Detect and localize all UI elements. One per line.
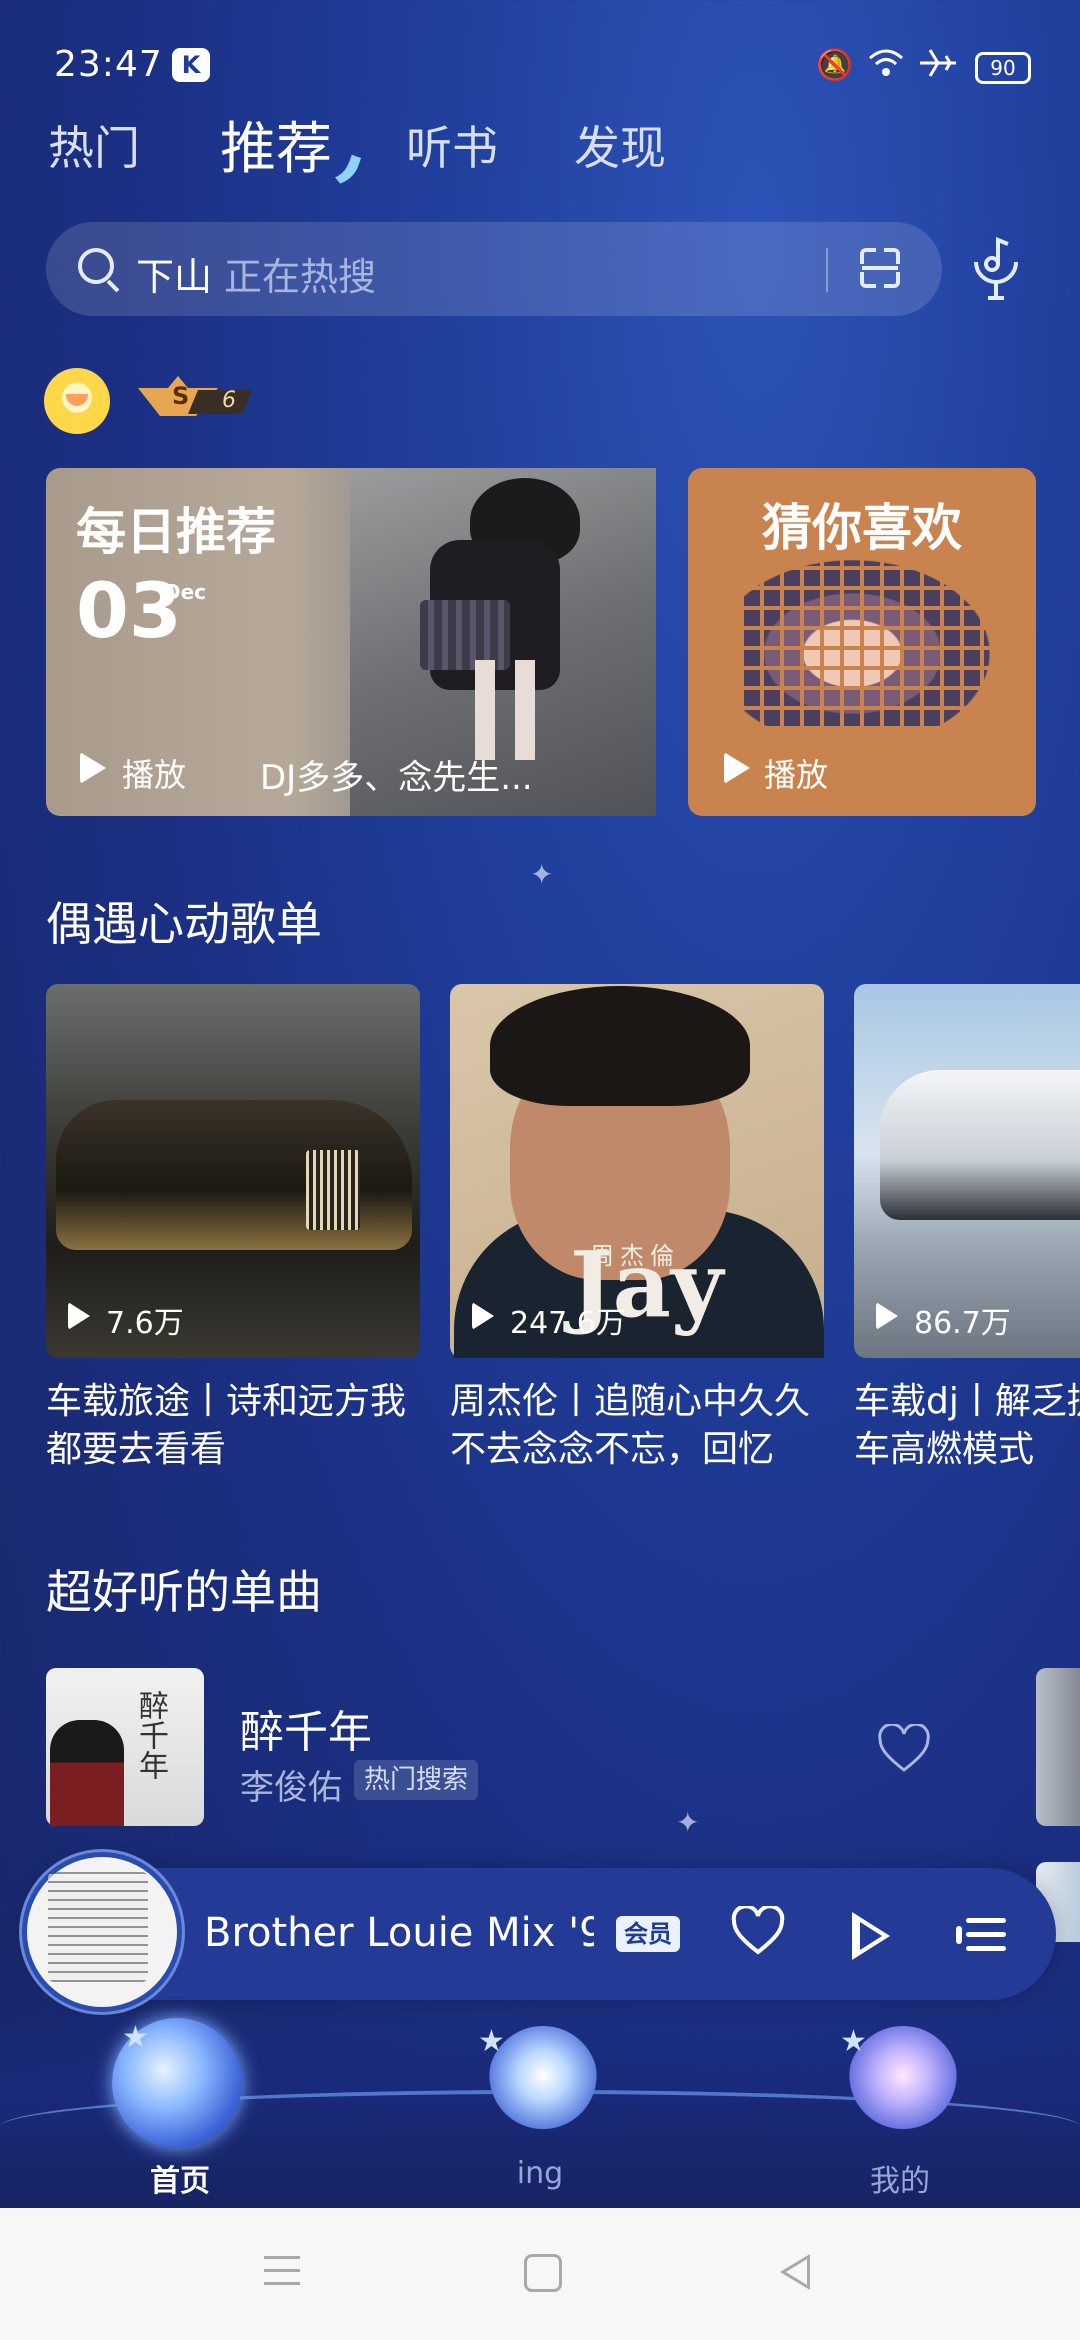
- singles-section-title: 超好听的单曲: [46, 1565, 322, 1619]
- playlist-queue-icon[interactable]: [956, 1912, 1006, 1956]
- play-count-icon: [68, 1302, 90, 1330]
- search-icon: [78, 248, 114, 284]
- mute-bell-icon: 🔕: [816, 48, 854, 83]
- daily-play-label[interactable]: 播放: [122, 750, 186, 796]
- battery-icon: 90: [975, 52, 1031, 84]
- player-heart-icon[interactable]: [730, 1904, 786, 1960]
- playlist-1-caption-line1: 车载旅途丨诗和远方我: [46, 1381, 407, 1422]
- play-count-icon: [472, 1302, 494, 1330]
- guess-title: 猜你喜欢: [762, 499, 962, 557]
- playlist-1-caption-line2: 都要去看看: [46, 1429, 227, 1470]
- song-cover-text: 醉千年: [133, 1690, 168, 1780]
- playlist-3-caption-line2: 车高燃模式: [854, 1429, 1035, 1470]
- user-avatar[interactable]: [44, 368, 110, 434]
- player-play-icon-inner: [860, 1922, 882, 1950]
- home-icon[interactable]: [524, 2254, 562, 2292]
- heart-icon[interactable]: [876, 1722, 932, 1778]
- song-artist: 李俊佑: [240, 1768, 342, 1808]
- app-notification-icon: K: [172, 48, 210, 82]
- nav-home-label[interactable]: 首页: [90, 2156, 270, 2200]
- vip-badge-letter: S: [172, 382, 190, 410]
- tab-hot[interactable]: 热门: [48, 112, 140, 178]
- tab-audiobook[interactable]: 听书: [406, 112, 498, 178]
- play-count-icon: [876, 1302, 898, 1330]
- vip-badge: 会员: [616, 1916, 680, 1952]
- guess-pixel-cover: [740, 560, 990, 730]
- daily-cover-legs: [455, 660, 555, 760]
- sparkle-decoration: ✦: [676, 1806, 700, 1839]
- star-icon: ★: [840, 2024, 867, 2059]
- player-disc-art: [48, 1872, 148, 1982]
- playlist-3-caption-line1: 车载dj丨解乏提: [854, 1381, 1080, 1422]
- recent-apps-icon[interactable]: [264, 2256, 300, 2286]
- daily-artists: DJ多多、念先生...: [260, 758, 533, 798]
- music-recognition-icon[interactable]: [966, 232, 1026, 302]
- nav-me-label[interactable]: 我的: [810, 2156, 990, 2200]
- playlist-1-caption[interactable]: 车载旅途丨诗和远方我 都要去看看: [46, 1378, 426, 1474]
- playlist-2-caption-line1: 周杰伦丨追随心中久久: [450, 1381, 811, 1422]
- song-tag: 热门搜索: [354, 1760, 479, 1800]
- guess-play-label[interactable]: 播放: [764, 750, 828, 796]
- song-title[interactable]: 醉千年: [240, 1696, 372, 1760]
- nav-ing-label[interactable]: ing: [450, 2156, 630, 2191]
- vip-badge-number: 6: [222, 388, 236, 413]
- star-icon: ★: [122, 2020, 149, 2055]
- song-cover-person: [50, 1720, 124, 1826]
- playlists-section-title: 偶遇心动歌单: [46, 897, 322, 951]
- search-keyword[interactable]: 下山: [136, 246, 212, 301]
- playlist-2-caption[interactable]: 周杰伦丨追随心中久久 不去念念不忘，回忆: [450, 1378, 830, 1474]
- playlist-cover-1-grille: [306, 1150, 360, 1230]
- playlist-cover-2-hair: [490, 986, 750, 1106]
- playlist-2-caption-line2: 不去念念不忘，回忆: [450, 1429, 775, 1470]
- tab-discover[interactable]: 发现: [574, 112, 666, 178]
- back-icon-inner: [786, 2259, 807, 2285]
- daily-title: 每日推荐: [76, 503, 276, 561]
- wifi-icon: [868, 48, 904, 86]
- playlist-3-play-count: 86.7万: [914, 1306, 1011, 1341]
- playlist-3-caption[interactable]: 车载dj丨解乏提 车高燃模式: [854, 1378, 1080, 1474]
- next-song-cover[interactable]: [1036, 1668, 1080, 1826]
- star-icon: ★: [478, 2024, 505, 2059]
- airplane-icon: [918, 48, 958, 86]
- play-icon[interactable]: [724, 752, 750, 784]
- daily-month: Dec: [164, 580, 207, 604]
- vip-level-badge[interactable]: S 6: [138, 376, 254, 424]
- sparkle-decoration: ✦: [530, 858, 554, 891]
- scan-icon[interactable]: [860, 248, 900, 288]
- status-time: 23:47: [54, 44, 163, 85]
- playlist-cover-3-car: [880, 1070, 1080, 1220]
- search-divider: [826, 248, 828, 292]
- playlist-2-play-count: 247.6万: [510, 1306, 626, 1341]
- playlist-1-play-count: 7.6万: [106, 1306, 184, 1341]
- search-hint: 正在热搜: [224, 255, 377, 299]
- player-song-title[interactable]: Brother Louie Mix '98: [204, 1910, 594, 1956]
- play-icon[interactable]: [80, 752, 106, 784]
